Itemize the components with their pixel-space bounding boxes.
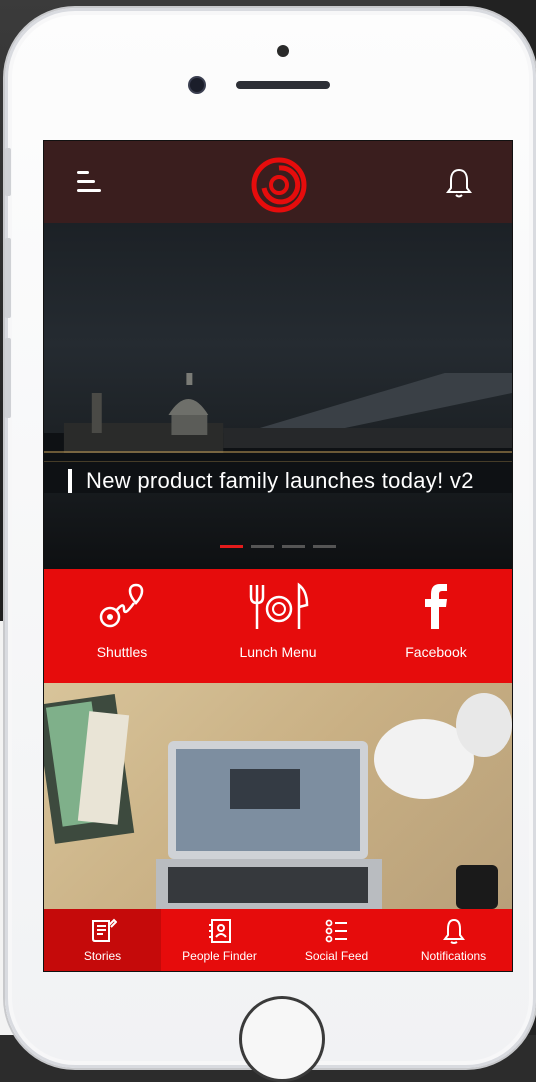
- carousel-dot-3[interactable]: [282, 545, 305, 548]
- tab-label: Notifications: [420, 949, 487, 963]
- front-camera: [190, 78, 204, 92]
- desk-photo-image: [44, 693, 512, 909]
- contact-book-icon: [208, 919, 231, 943]
- tab-label: Stories: [83, 949, 122, 963]
- carousel-dot-2[interactable]: [251, 545, 274, 548]
- bottom-tab-bar: Stories People Finder Social Feed Notifi…: [44, 909, 512, 971]
- facebook-icon: [425, 584, 447, 629]
- volume-up-button: [5, 238, 11, 318]
- earpiece-speaker: [236, 81, 330, 89]
- mute-switch: [5, 148, 11, 196]
- quick-links: Shuttles Lunch Menu Facebook: [44, 569, 512, 683]
- quick-link-shuttles[interactable]: Shuttles: [44, 569, 200, 683]
- home-button[interactable]: [239, 996, 325, 1082]
- bell-icon: [442, 918, 465, 944]
- top-bar: [44, 141, 512, 223]
- tab-label: People Finder: [182, 949, 257, 963]
- ring-logo-icon[interactable]: [250, 156, 308, 214]
- sensor-dot: [277, 45, 289, 57]
- list-icon: [325, 919, 347, 943]
- tab-social-feed[interactable]: Social Feed: [278, 909, 395, 971]
- stories-icon: [91, 918, 117, 942]
- hero-carousel[interactable]: New product family launches today! v2: [44, 223, 512, 569]
- quick-link-label: Lunch Menu: [239, 644, 317, 660]
- carousel-dot-1[interactable]: [220, 545, 243, 548]
- route-pin-icon: [99, 583, 144, 628]
- quick-link-label: Facebook: [405, 644, 467, 660]
- desk-photo-card[interactable]: [44, 683, 512, 909]
- app-screen: New product family launches today! v2 Sh…: [43, 140, 513, 972]
- utensils-icon: [249, 582, 309, 629]
- quick-link-lunch-menu[interactable]: Lunch Menu: [200, 569, 356, 683]
- carousel-indicator: [220, 545, 344, 549]
- tab-stories[interactable]: Stories: [44, 909, 161, 971]
- carousel-dot-4[interactable]: [313, 545, 336, 548]
- quick-link-facebook[interactable]: Facebook: [358, 569, 512, 683]
- quick-link-label: Shuttles: [96, 644, 148, 660]
- tab-label: Social Feed: [304, 949, 369, 963]
- tab-notifications[interactable]: Notifications: [395, 909, 512, 971]
- bell-icon[interactable]: [444, 167, 474, 199]
- volume-down-button: [5, 338, 11, 418]
- tab-people-finder[interactable]: People Finder: [161, 909, 278, 971]
- hero-headline[interactable]: New product family launches today! v2: [68, 469, 486, 493]
- hamburger-icon[interactable]: [77, 169, 103, 193]
